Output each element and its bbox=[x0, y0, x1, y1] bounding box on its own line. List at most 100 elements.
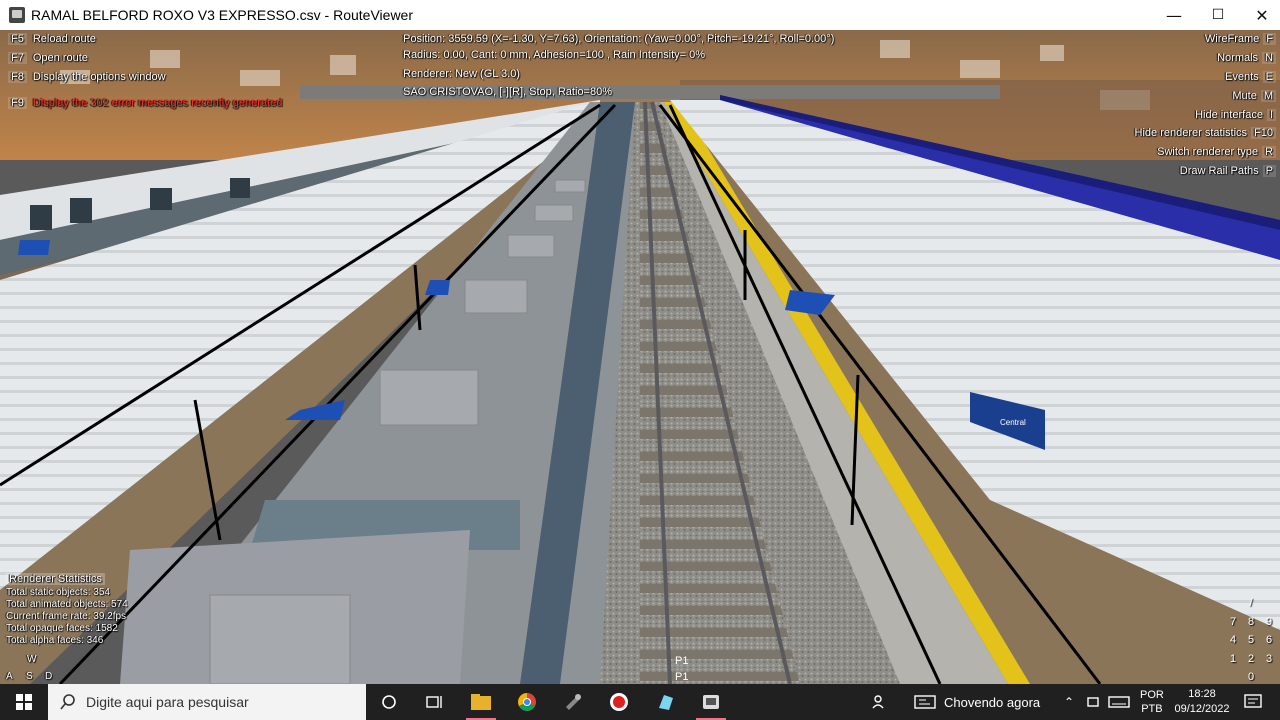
people-icon bbox=[872, 695, 884, 709]
numpad-8[interactable]: 8 bbox=[1244, 616, 1258, 628]
search-icon bbox=[60, 694, 75, 710]
railway-scene: Central P1 P1 bbox=[0, 30, 1280, 684]
numpad-5[interactable]: 5 bbox=[1244, 634, 1258, 646]
stat-frame-rate: Current frame rate: 39.2fps bbox=[6, 611, 127, 622]
right-menu-label: Hide interface bbox=[1195, 109, 1263, 121]
stat-opaque-faces: Total opaque faces: 1582 bbox=[6, 623, 118, 634]
keyboard-icon bbox=[1108, 696, 1130, 708]
right-menu-item[interactable]: Normals N bbox=[1217, 52, 1276, 64]
right-menu-item[interactable]: Draw Rail Paths P bbox=[1180, 165, 1276, 177]
key-d[interactable]: D bbox=[45, 671, 52, 682]
language-indicator[interactable]: POR PTB bbox=[1140, 684, 1164, 720]
weather-widget[interactable]: Chovendo agora bbox=[914, 684, 1040, 720]
app-icon bbox=[9, 7, 25, 23]
routeviewer-button[interactable] bbox=[688, 684, 734, 720]
clock-date: 09/12/2022 bbox=[1174, 703, 1230, 715]
cortana-button[interactable] bbox=[366, 684, 412, 720]
right-menu-key: M bbox=[1260, 90, 1276, 102]
menu-error-messages[interactable]: F9 Display the 302 error messages recentl… bbox=[8, 97, 282, 109]
notifications-button[interactable] bbox=[1244, 684, 1262, 720]
right-menu-key: R bbox=[1262, 146, 1276, 158]
right-menu-item[interactable]: Switch renderer type R bbox=[1157, 146, 1276, 158]
numpad-9[interactable]: 9 bbox=[1262, 616, 1276, 628]
menu-options-window[interactable]: F8 Display the options window bbox=[8, 71, 166, 83]
file-explorer-button[interactable] bbox=[458, 684, 504, 720]
numpad-7[interactable]: 7 bbox=[1226, 616, 1240, 628]
search-placeholder: Digite aqui para pesquisar bbox=[86, 694, 249, 710]
maximize-button[interactable]: ☐ bbox=[1196, 0, 1240, 30]
right-menu-key: F bbox=[1263, 33, 1276, 45]
right-menu-label: Normals bbox=[1217, 52, 1259, 64]
right-menu-key: I bbox=[1266, 109, 1276, 121]
right-menu-label: Events bbox=[1225, 71, 1259, 83]
right-menu-key: F10 bbox=[1251, 127, 1276, 139]
station-readout: SAO CRISTOVAO, [-][R], Stop, Ratio=80% bbox=[403, 86, 612, 98]
numpad-4[interactable]: 4 bbox=[1226, 634, 1240, 646]
right-menu-item[interactable]: Hide interface I bbox=[1195, 109, 1276, 121]
cortana-icon bbox=[382, 695, 396, 709]
clock-time: 18:28 bbox=[1188, 688, 1216, 700]
stat-alpha-faces: Total alpha faces: 346 bbox=[6, 635, 104, 646]
close-button[interactable]: ✕ bbox=[1240, 0, 1280, 30]
cube-icon bbox=[659, 695, 673, 710]
right-menu-key: N bbox=[1262, 52, 1276, 64]
chrome-button[interactable] bbox=[504, 684, 550, 720]
task-view-icon bbox=[426, 696, 442, 708]
network-button[interactable] bbox=[1086, 684, 1100, 720]
right-menu-item[interactable]: Mute M bbox=[1232, 90, 1276, 102]
chevron-up-icon: ⌃ bbox=[1064, 695, 1075, 709]
windows-icon bbox=[16, 694, 32, 710]
people-button[interactable] bbox=[872, 684, 888, 720]
numpad-3[interactable]: 3 bbox=[1262, 653, 1276, 665]
track-marker-p1: P1 bbox=[675, 655, 688, 667]
window-title: RAMAL BELFORD ROXO V3 EXPRESSO.csv - Rou… bbox=[31, 7, 414, 23]
key-w[interactable]: W bbox=[27, 654, 36, 665]
weather-text: Chovendo agora bbox=[944, 694, 1041, 710]
chrome-icon bbox=[518, 693, 536, 711]
title-bar: RAMAL BELFORD ROXO V3 EXPRESSO.csv - Rou… bbox=[0, 0, 1280, 31]
minimize-button[interactable]: — bbox=[1152, 0, 1196, 30]
radius-readout: Radius: 0.00, Cant: 0 mm, Adhesion=100 ,… bbox=[403, 49, 706, 61]
right-menu-label: Hide renderer statistics bbox=[1134, 127, 1248, 139]
stat-animated-objects: Total animated objects: 574 bbox=[6, 599, 128, 610]
routeviewer-icon bbox=[703, 695, 719, 709]
right-menu-label: Draw Rail Paths bbox=[1179, 165, 1259, 177]
start-button[interactable] bbox=[0, 684, 48, 720]
right-menu-key: E bbox=[1262, 71, 1276, 83]
weather-icon bbox=[914, 695, 936, 709]
keyboard-button[interactable] bbox=[1108, 684, 1130, 720]
folder-icon bbox=[471, 694, 491, 710]
right-menu-item[interactable]: WireFrame F bbox=[1205, 33, 1276, 45]
menu-reload-route[interactable]: F5 Reload route bbox=[8, 33, 96, 45]
numpad-divide[interactable]: / bbox=[1244, 597, 1258, 609]
app-button-4[interactable] bbox=[642, 684, 688, 720]
numpad-6[interactable]: 6 bbox=[1262, 634, 1276, 646]
right-menu-label: Switch renderer type bbox=[1157, 146, 1259, 158]
numpad-0[interactable]: 0 bbox=[1244, 671, 1258, 683]
station-sign-text: Central bbox=[1000, 418, 1026, 427]
numpad-2[interactable]: 2 bbox=[1244, 653, 1258, 665]
renderer-readout: Renderer: New (GL 3.0) bbox=[403, 68, 520, 80]
position-readout: Position: 3559.59 (X=-1.30, Y=7.63), Ori… bbox=[403, 33, 835, 45]
task-view-button[interactable] bbox=[412, 684, 458, 720]
right-menu-item[interactable]: Events E bbox=[1225, 71, 1276, 83]
tray-expand-button[interactable]: ⌃ bbox=[1064, 684, 1074, 720]
key-a[interactable]: A bbox=[6, 671, 13, 682]
render-viewport[interactable]: Central P1 P1 F5 Reload route F7 Open rout… bbox=[0, 30, 1280, 684]
network-icon bbox=[1087, 697, 1099, 707]
key-s[interactable]: S bbox=[26, 671, 33, 682]
menu-open-route[interactable]: F7 Open route bbox=[8, 52, 88, 64]
right-menu-item[interactable]: Hide renderer statistics F10 bbox=[1135, 127, 1276, 139]
keyboard-layout: PTB bbox=[1141, 703, 1163, 715]
right-menu-label: WireFrame bbox=[1204, 33, 1260, 45]
stat-static-objects: Total static objects: 354 bbox=[6, 587, 110, 598]
app-button-2[interactable] bbox=[550, 684, 596, 720]
numpad-1[interactable]: 1 bbox=[1226, 653, 1240, 665]
language-code: POR bbox=[1140, 689, 1164, 701]
clock[interactable]: 18:28 09/12/2022 bbox=[1172, 684, 1232, 720]
recorder-button[interactable] bbox=[596, 684, 642, 720]
right-menu-key: P bbox=[1262, 165, 1276, 177]
notification-icon bbox=[1244, 694, 1262, 708]
record-icon bbox=[610, 693, 628, 711]
search-box[interactable]: Digite aqui para pesquisar bbox=[48, 684, 366, 720]
